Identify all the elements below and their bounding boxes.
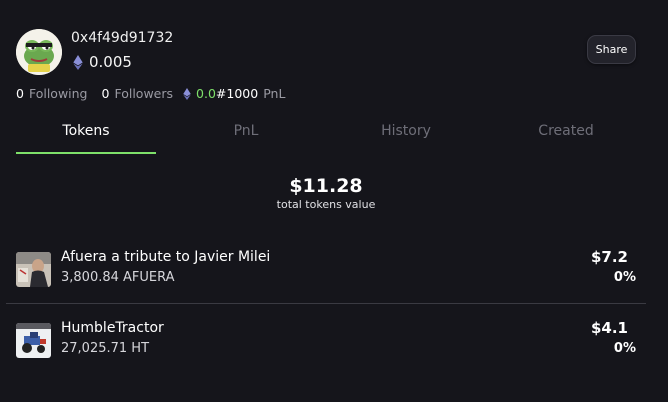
token-change: 0% — [613, 341, 636, 356]
wallet-address: 0x4f49d91732 — [71, 30, 174, 46]
token-amount: 3,800.84 AFUERA — [61, 270, 175, 285]
profile-page: 0x4f49d91732 0.005 Share 0 Following 0 F… — [0, 0, 668, 402]
followers-count[interactable]: 0 — [102, 86, 110, 101]
token-value: $4.1 — [590, 319, 628, 337]
rank-badge: #1000 — [215, 86, 259, 101]
total-tokens-value: $11.28 — [289, 175, 363, 197]
profile-stats: 0 Following 0 Followers 0.0 #1000 PnL — [16, 86, 285, 101]
token-value: $7.2 — [590, 248, 628, 266]
pepe-frog-avatar-icon — [16, 29, 62, 75]
token-change: 0% — [613, 270, 636, 285]
tab-bar: Tokens PnL History Created — [0, 117, 668, 153]
tab-history[interactable]: History — [336, 117, 476, 153]
tractor-icon — [16, 323, 51, 358]
pnl-label: PnL — [263, 86, 286, 101]
token-name: Afuera a tribute to Javier Milei — [61, 249, 271, 265]
eth-balance: 0.005 — [73, 53, 132, 71]
token-row[interactable]: HumbleTractor 27,025.71 HT $4.1 0% — [0, 319, 668, 383]
divider — [6, 303, 646, 304]
ethereum-icon — [183, 87, 191, 100]
avatar[interactable] — [16, 29, 62, 75]
token-thumbnail — [16, 323, 51, 358]
pnl-value: 0.0 — [196, 86, 216, 101]
token-thumbnail — [16, 252, 51, 287]
followers-label[interactable]: Followers — [114, 86, 173, 101]
share-button[interactable]: Share — [587, 35, 636, 64]
tab-created[interactable]: Created — [496, 117, 636, 153]
total-tokens-label: total tokens value — [276, 198, 376, 211]
token-name: HumbleTractor — [61, 320, 164, 336]
following-label[interactable]: Following — [29, 86, 88, 101]
eth-balance-value: 0.005 — [89, 53, 132, 71]
milei-photo-icon — [16, 252, 51, 287]
active-tab-indicator — [16, 152, 156, 154]
tab-tokens[interactable]: Tokens — [16, 117, 156, 153]
ethereum-icon — [73, 54, 83, 70]
tab-pnl[interactable]: PnL — [176, 117, 316, 153]
following-count[interactable]: 0 — [16, 86, 24, 101]
token-amount: 27,025.71 HT — [61, 341, 150, 356]
